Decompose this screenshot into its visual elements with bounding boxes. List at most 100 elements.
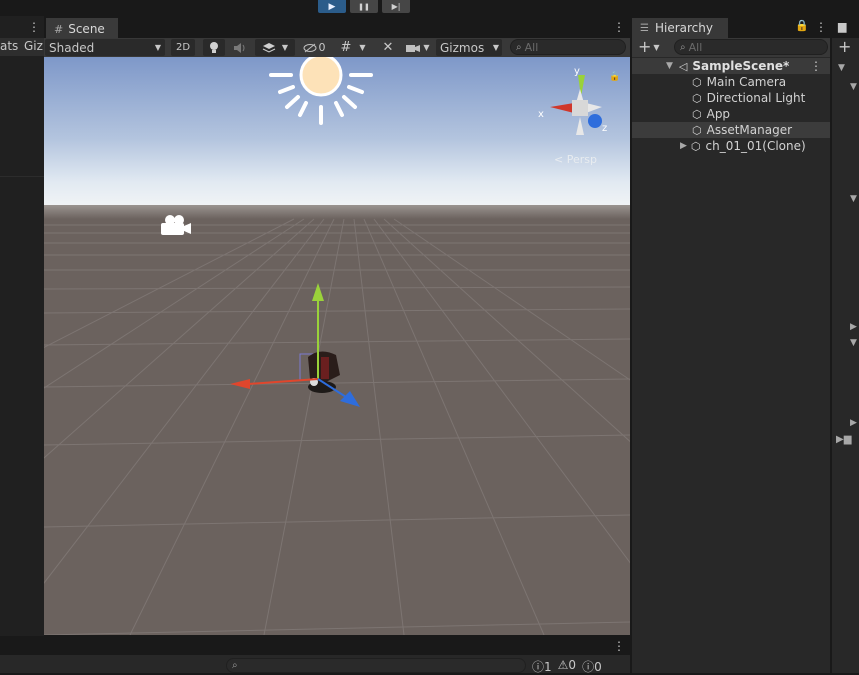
tools-toggle[interactable]: ✕ bbox=[377, 39, 399, 56]
expand-arrow-icon[interactable]: ▼ bbox=[838, 63, 845, 73]
list-item[interactable]: ⬡ Directional Light bbox=[632, 90, 830, 106]
grid-dropdown[interactable]: # ▼ bbox=[333, 39, 373, 56]
scene-root-row[interactable]: ▼ ◁ SampleScene* ⋮ bbox=[632, 58, 830, 74]
hidden-count: 0 bbox=[318, 41, 326, 54]
expand-arrow-icon[interactable]: ▼ bbox=[850, 338, 857, 348]
item-label: App bbox=[706, 107, 731, 121]
lighting-toggle[interactable] bbox=[203, 39, 225, 56]
console-counters: ⓘ1 ⚠0 ⓘ0 bbox=[532, 658, 602, 675]
lightbulb-icon bbox=[210, 42, 218, 53]
chevron-down-icon: ▼ bbox=[281, 43, 289, 52]
shading-mode-dropdown[interactable]: Shaded ▼ bbox=[45, 39, 165, 56]
add-object-button[interactable]: + ▼ bbox=[638, 37, 660, 56]
expand-arrow-icon[interactable]: ▶ bbox=[850, 322, 857, 332]
tab-hierarchy[interactable]: ☰ Hierarchy bbox=[632, 18, 728, 38]
project-panel: ▆ + ▼ ▼ ▼ ▶ ▼ ▶ ▶▆ bbox=[831, 16, 859, 673]
hidden-objects-toggle[interactable]: 0 bbox=[299, 39, 329, 56]
list-icon: ☰ bbox=[640, 22, 649, 34]
scene-tab-bar bbox=[46, 16, 630, 38]
gizmos-dropdown[interactable]: Gizmos ▼ bbox=[436, 39, 502, 56]
hierarchy-tab-label: Hierarchy bbox=[654, 21, 713, 35]
console-tab-bar bbox=[0, 637, 630, 655]
console-menu-icon[interactable]: ⋮ bbox=[613, 639, 625, 653]
gameobject-cube-icon: ⬡ bbox=[692, 75, 702, 89]
chevron-down-icon: ▼ bbox=[154, 43, 161, 52]
hierarchy-toolbar: + ▼ ⌕ All bbox=[632, 37, 830, 57]
gameobject-cube-icon: ⬡ bbox=[692, 123, 702, 137]
left-tab-stats[interactable]: ats bbox=[0, 39, 18, 53]
lock-icon: 🔒 bbox=[609, 71, 620, 82]
eye-slash-icon bbox=[303, 43, 316, 52]
scene-toolbar: Shaded ▼ 2D ▼ 0 # ▼ ✕ ▼ Gizmos ▼ ⌕ All bbox=[44, 38, 632, 58]
left-divider bbox=[0, 176, 44, 177]
expand-arrow-icon[interactable]: ▶ bbox=[850, 418, 857, 428]
camera-dropdown[interactable]: ▼ bbox=[402, 39, 434, 56]
scene-name: SampleScene* bbox=[692, 59, 790, 73]
folder-icon[interactable]: ▶▆ bbox=[836, 434, 851, 445]
expand-arrow-icon: ▼ bbox=[666, 61, 673, 71]
scene-search-input[interactable]: ⌕ All bbox=[510, 39, 626, 55]
scene-menu-icon[interactable]: ⋮ bbox=[810, 59, 822, 73]
hierarchy-menu-icon[interactable]: ⋮ bbox=[815, 20, 827, 34]
left-tab-gizmos[interactable]: Giz bbox=[24, 39, 43, 53]
error-count-toggle[interactable]: ⓘ1 bbox=[532, 658, 552, 675]
error-count: 1 bbox=[544, 660, 552, 674]
chevron-down-icon: ▼ bbox=[423, 43, 430, 52]
message-count: 0 bbox=[594, 660, 602, 674]
console-search-input[interactable]: ⌕ bbox=[226, 658, 526, 673]
pause-icon: ❚❚ bbox=[358, 2, 370, 11]
warning-icon: ⚠ bbox=[557, 658, 569, 672]
scene-viewport[interactable]: y x z 🔒 < Persp bbox=[44, 57, 630, 635]
list-item[interactable]: ▶ ⬡ ch_01_01(Clone) bbox=[632, 138, 830, 154]
info-icon: ⓘ bbox=[582, 660, 595, 674]
gameobject-cube-icon: ⬡ bbox=[692, 107, 702, 121]
effects-dropdown[interactable]: ▼ bbox=[255, 39, 295, 56]
list-item[interactable]: ⬡ Main Camera bbox=[632, 74, 830, 90]
camera-icon bbox=[406, 44, 421, 52]
search-icon: ⌕ bbox=[516, 41, 522, 53]
top-toolbar bbox=[0, 0, 859, 15]
plus-icon: + bbox=[638, 37, 652, 56]
gameobject-cube-icon: ⬡ bbox=[692, 91, 702, 105]
chevron-down-icon: ▼ bbox=[653, 43, 660, 52]
left-panel bbox=[0, 16, 44, 636]
expand-arrow-icon[interactable]: ▼ bbox=[850, 194, 857, 204]
item-label: AssetManager bbox=[706, 123, 793, 137]
warning-count: 0 bbox=[568, 658, 577, 672]
hierarchy-search-placeholder: All bbox=[688, 40, 703, 54]
unity-logo-icon: ◁ bbox=[678, 59, 688, 73]
scene-search-placeholder: All bbox=[524, 40, 539, 54]
step-button[interactable]: ▶| bbox=[382, 0, 410, 13]
gizmo-axis-x: x bbox=[538, 109, 544, 120]
expand-arrow-icon[interactable]: ▶ bbox=[680, 141, 687, 151]
play-icon: ▶ bbox=[328, 1, 336, 12]
scene-render: y x z 🔒 < Persp bbox=[44, 57, 630, 635]
plus-icon[interactable]: + bbox=[838, 37, 851, 56]
toggle-2d-button[interactable]: 2D bbox=[171, 39, 195, 56]
folder-icon[interactable]: ▆ bbox=[838, 20, 846, 33]
pause-button[interactable]: ❚❚ bbox=[350, 0, 378, 13]
chevron-down-icon: ▼ bbox=[359, 43, 366, 52]
left-panel-menu-icon[interactable]: ⋮ bbox=[28, 20, 40, 34]
play-button[interactable]: ▶ bbox=[318, 0, 346, 13]
list-item[interactable]: ⬡ App bbox=[632, 106, 830, 122]
item-label: ch_01_01(Clone) bbox=[705, 139, 806, 153]
audio-toggle[interactable] bbox=[229, 39, 251, 56]
shading-mode-label: Shaded bbox=[49, 40, 95, 55]
scene-tab-label: Scene bbox=[68, 22, 105, 36]
search-icon: ⌕ bbox=[680, 41, 686, 53]
console-panel: ⋮ ⌕ ⓘ1 ⚠0 ⓘ0 bbox=[0, 637, 630, 675]
tab-scene[interactable]: # Scene bbox=[46, 18, 118, 38]
item-label: Main Camera bbox=[706, 75, 787, 89]
list-item-selected[interactable]: ⬡ AssetManager bbox=[632, 122, 830, 138]
lock-icon[interactable]: 🔒 bbox=[795, 19, 809, 32]
gizmo-axis-z: z bbox=[602, 123, 607, 134]
grid-icon: # bbox=[340, 40, 352, 55]
expand-arrow-icon[interactable]: ▼ bbox=[850, 82, 857, 92]
message-count-toggle[interactable]: ⓘ0 bbox=[582, 658, 602, 675]
warning-count-toggle[interactable]: ⚠0 bbox=[558, 658, 576, 675]
grid-icon: # bbox=[54, 22, 64, 36]
hierarchy-search-input[interactable]: ⌕ All bbox=[674, 39, 828, 55]
scene-menu-icon[interactable]: ⋮ bbox=[613, 20, 625, 34]
gameobject-cube-icon: ⬡ bbox=[690, 139, 701, 153]
